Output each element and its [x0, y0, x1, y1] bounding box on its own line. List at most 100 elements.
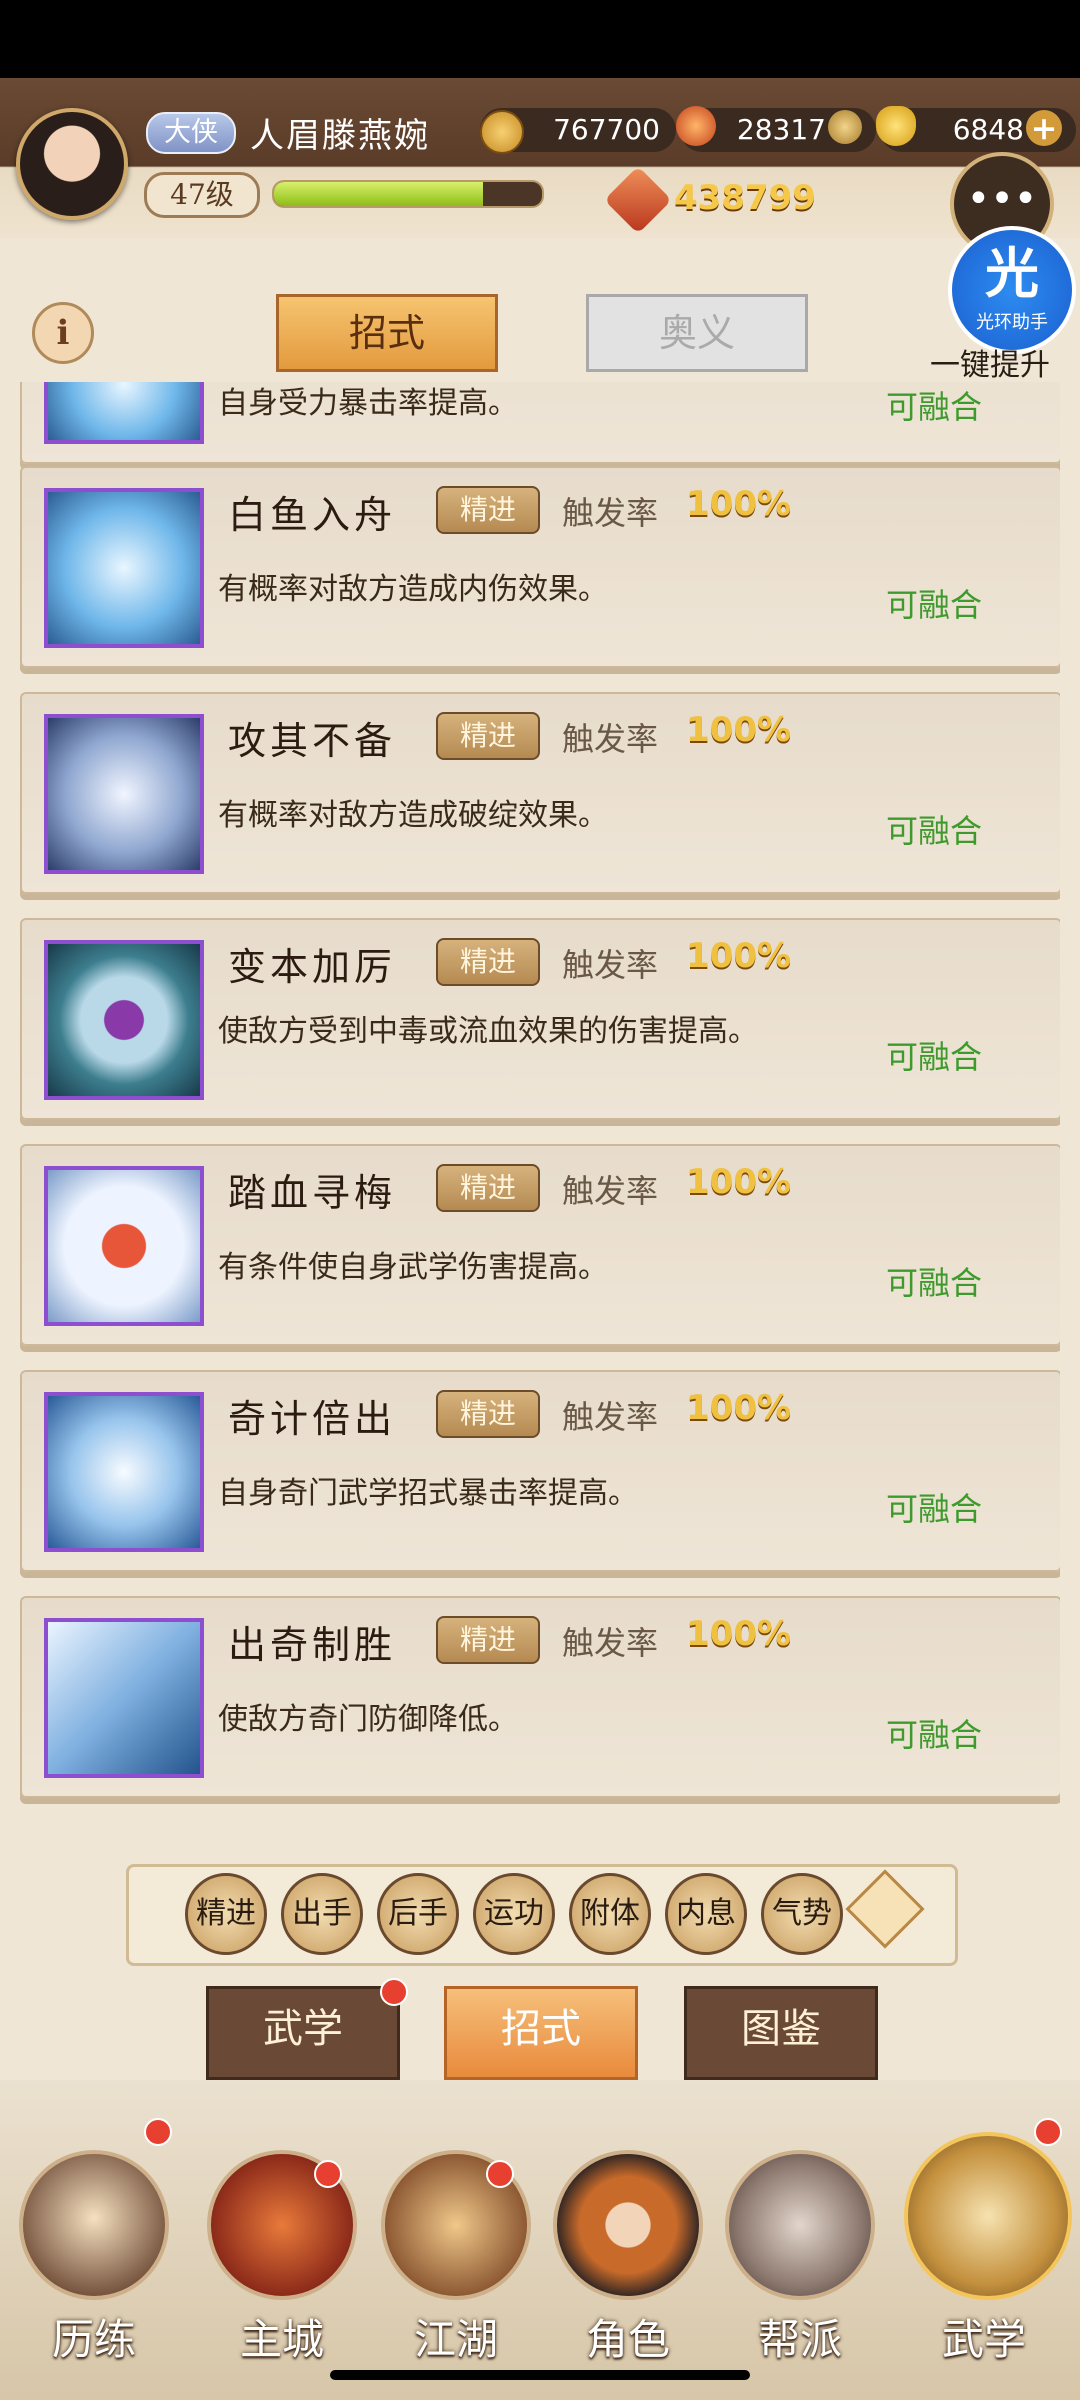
trigger-rate-label: 触发率	[562, 494, 659, 532]
notification-dot	[1034, 2118, 1062, 2146]
skill-tag: 精进	[436, 1390, 540, 1438]
character-icon	[553, 2150, 703, 2300]
skill-card-partial[interactable]: 自身受力暴击率提高。 可融合	[20, 382, 1060, 464]
copper-coin-icon	[480, 110, 524, 154]
skill-icon-flower-vortex	[44, 940, 204, 1100]
skill-status: 可融合	[886, 1716, 983, 1754]
skill-icon-blade	[44, 1618, 204, 1778]
skill-list[interactable]: 自身受力暴击率提高。 可融合 白鱼入舟 精进 触发率 100% 有概率对敌方造成…	[20, 382, 1060, 1834]
trigger-rate-value: 100%	[686, 710, 792, 750]
skill-desc: 使敌方受到中毒或流血效果的伤害提高。	[218, 1014, 758, 1049]
tab-moves[interactable]: 招式	[276, 294, 498, 372]
subtab-martial-arts[interactable]: 武学	[206, 1986, 400, 2080]
guild-emblem-icon	[725, 2150, 875, 2300]
trigger-rate-value: 100%	[686, 484, 792, 524]
gem-value: 28317	[736, 113, 826, 146]
skill-name: 攻其不备	[228, 719, 397, 763]
helper-brand: 光环助手	[976, 312, 1048, 333]
trigger-rate-value: 100%	[686, 936, 792, 976]
nav-martial-arts[interactable]: 武学	[904, 2132, 1072, 2370]
trigger-rate-label: 触发率	[562, 946, 659, 984]
nav-label: 武学	[941, 2315, 1026, 2364]
chat-bubble-icon: •••	[966, 176, 1038, 222]
trigger-rate-value: 100%	[686, 1162, 792, 1202]
filter-breath[interactable]: 内息	[665, 1873, 747, 1955]
filter-momentum[interactable]: 气势	[761, 1873, 843, 1955]
notification-dot	[144, 2118, 172, 2146]
skill-tag: 精进	[436, 712, 540, 760]
skill-icon-ambush	[44, 714, 204, 874]
filter-counter[interactable]: 后手	[377, 1873, 459, 1955]
skill-status: 可融合	[886, 1490, 983, 1528]
skill-name: 踏血寻梅	[228, 1171, 397, 1215]
tab-ultimate[interactable]: 奥义	[586, 294, 808, 372]
helper-assistant-button[interactable]: 光 光环助手	[948, 226, 1076, 354]
subtab-codex[interactable]: 图鉴	[684, 1986, 878, 2080]
nav-label: 历练	[51, 2315, 136, 2364]
notification-dot	[486, 2160, 514, 2188]
nav-jianghu[interactable]: 江湖	[376, 2150, 536, 2370]
skill-card[interactable]: 奇计倍出 精进 触发率 100% 自身奇门武学招式暴击率提高。 可融合	[20, 1370, 1060, 1572]
skill-icon-white-fish	[44, 488, 204, 648]
skill-name: 出奇制胜	[228, 1623, 397, 1667]
gold-ingot-icon	[876, 106, 916, 146]
skill-status: 可融合	[886, 1038, 983, 1076]
xp-bar	[272, 180, 544, 208]
notification-dot	[314, 2160, 342, 2188]
skill-name: 奇计倍出	[228, 1397, 397, 1441]
nav-label: 帮派	[757, 2315, 842, 2364]
trigger-rate-label: 触发率	[562, 1624, 659, 1662]
filter-refine[interactable]: 精进	[185, 1873, 267, 1955]
notification-dot	[380, 1978, 408, 2006]
xp-bar-fill	[274, 182, 484, 206]
training-icon	[19, 2150, 169, 2300]
trigger-rate-label: 触发率	[562, 1172, 659, 1210]
copper-value: 767700	[553, 113, 660, 146]
chevron-up-icon[interactable]	[845, 1869, 925, 1949]
skill-status: 可融合	[886, 388, 983, 426]
plus-icon[interactable]: +	[1026, 110, 1062, 146]
skill-filter-bar: 精进 出手 后手 运功 附体 内息 气势	[126, 1864, 958, 1966]
skill-desc: 自身奇门武学招式暴击率提高。	[218, 1476, 638, 1511]
info-icon[interactable]: i	[32, 302, 94, 364]
trigger-rate-label: 触发率	[562, 1398, 659, 1436]
gold-value: 6848	[952, 113, 1024, 146]
skill-tag: 精进	[436, 938, 540, 986]
skill-card[interactable]: 出奇制胜 精进 触发率 100% 使敌方奇门防御降低。 可融合	[20, 1596, 1060, 1798]
helper-caption[interactable]: 一键提升	[930, 340, 1050, 384]
skill-card[interactable]: 踏血寻梅 精进 触发率 100% 有条件使自身武学伤害提高。 可融合	[20, 1144, 1060, 1346]
skill-icon-plum-blossom	[44, 1166, 204, 1326]
trigger-rate-value: 100%	[686, 1614, 792, 1654]
nav-guild[interactable]: 帮派	[720, 2150, 880, 2370]
home-indicator	[330, 2370, 750, 2380]
combat-power-value: 438799	[674, 178, 816, 218]
martial-arts-scroll-icon	[904, 2132, 1072, 2300]
nav-label: 主城	[239, 2315, 324, 2364]
skill-desc: 有概率对敌方造成内伤效果。	[218, 572, 608, 607]
skill-desc: 有条件使自身武学伤害提高。	[218, 1250, 608, 1285]
gem-icon	[676, 106, 716, 146]
nav-label: 江湖	[413, 2315, 498, 2364]
filter-channel[interactable]: 运功	[473, 1873, 555, 1955]
skill-card[interactable]: 白鱼入舟 精进 触发率 100% 有概率对敌方造成内伤效果。 可融合	[20, 466, 1060, 668]
skill-status: 可融合	[886, 586, 983, 624]
skill-desc: 使敌方奇门防御降低。	[218, 1702, 518, 1737]
filter-strike[interactable]: 出手	[281, 1873, 363, 1955]
nav-label: 角色	[585, 2315, 670, 2364]
skill-desc: 自身受力暴击率提高。	[218, 386, 518, 421]
skill-tag: 精进	[436, 1616, 540, 1664]
skill-tag: 精进	[436, 1164, 540, 1212]
silver-ingot-icon	[828, 110, 862, 144]
skill-card[interactable]: 攻其不备 精进 触发率 100% 有概率对敌方造成破绽效果。 可融合	[20, 692, 1060, 894]
skill-icon	[44, 382, 204, 444]
skill-desc: 有概率对敌方造成破绽效果。	[218, 798, 608, 833]
player-avatar[interactable]	[16, 108, 128, 220]
skill-icon-scroll	[44, 1392, 204, 1552]
skill-card[interactable]: 变本加厉 精进 触发率 100% 使敌方受到中毒或流血效果的伤害提高。 可融合	[20, 918, 1060, 1120]
skill-status: 可融合	[886, 1264, 983, 1302]
subtab-moves[interactable]: 招式	[444, 1986, 638, 2080]
nav-training[interactable]: 历练	[14, 2150, 174, 2370]
skill-status: 可融合	[886, 812, 983, 850]
filter-possess[interactable]: 附体	[569, 1873, 651, 1955]
nav-character[interactable]: 角色	[548, 2150, 708, 2370]
